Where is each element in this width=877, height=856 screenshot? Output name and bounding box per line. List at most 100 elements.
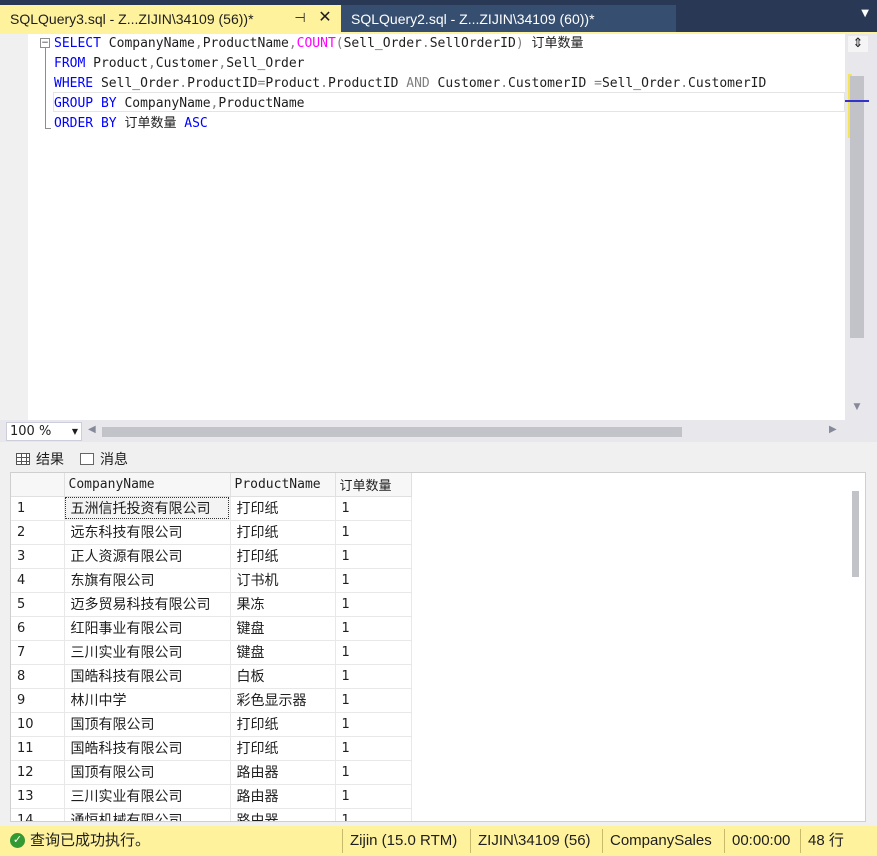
close-icon[interactable]: ✕ (315, 8, 335, 28)
cell-productname[interactable]: 打印纸 (230, 736, 336, 761)
cell-order-count[interactable]: 1 (335, 520, 412, 545)
cell-companyname[interactable]: 远东科技有限公司 (64, 520, 231, 545)
results-grid[interactable]: CompanyName ProductName 订单数量 1 五洲信托投资有限公司… (10, 472, 866, 822)
table-row[interactable]: 2 远东科技有限公司 打印纸 1 (11, 520, 412, 545)
message-icon (80, 453, 94, 465)
cell-companyname[interactable]: 红阳事业有限公司 (64, 616, 231, 641)
scroll-down-icon[interactable]: ▼ (850, 402, 864, 416)
cell-order-count[interactable]: 1 (335, 640, 412, 665)
row-number[interactable]: 1 (11, 496, 65, 521)
tab-sqlquery3[interactable]: SQLQuery3.sql - Z...ZIJIN\34109 (56))* ⊣… (0, 5, 341, 32)
cell-productname[interactable]: 路由器 (230, 808, 336, 821)
table-row[interactable]: 5 迈多贸易科技有限公司 果冻 1 (11, 592, 412, 617)
cell-order-count[interactable]: 1 (335, 616, 412, 641)
pin-icon[interactable]: ⊣ (291, 9, 309, 27)
query-editor[interactable]: − SELECT CompanyName,ProductName,COUNT(S… (0, 34, 845, 420)
row-number[interactable]: 7 (11, 640, 65, 665)
cell-productname[interactable]: 路由器 (230, 760, 336, 785)
scroll-right-icon[interactable]: ▶ (829, 424, 837, 435)
table-row[interactable]: 14 通恒机械有限公司 路由器 1 (11, 808, 412, 821)
table-row[interactable]: 7 三川实业有限公司 键盘 1 (11, 640, 412, 665)
cell-companyname[interactable]: 三川实业有限公司 (64, 784, 231, 809)
cell-productname[interactable]: 彩色显示器 (230, 688, 336, 713)
row-number[interactable]: 10 (11, 712, 65, 737)
cell-companyname[interactable]: 林川中学 (64, 688, 231, 713)
row-number[interactable]: 11 (11, 736, 65, 761)
cell-companyname[interactable]: 正人资源有限公司 (64, 544, 231, 569)
row-number[interactable]: 3 (11, 544, 65, 569)
row-number[interactable]: 12 (11, 760, 65, 785)
cell-companyname[interactable]: 国顶有限公司 (64, 712, 231, 737)
cell-productname[interactable]: 白板 (230, 664, 336, 689)
cell-productname[interactable]: 键盘 (230, 640, 336, 665)
tab-results[interactable]: 结果 (16, 448, 64, 470)
grid-header-row: CompanyName ProductName 订单数量 (11, 473, 412, 497)
cell-productname[interactable]: 果冻 (230, 592, 336, 617)
table-row[interactable]: 13 三川实业有限公司 路由器 1 (11, 784, 412, 809)
cell-companyname[interactable]: 东旗有限公司 (64, 568, 231, 593)
cell-order-count[interactable]: 1 (335, 808, 412, 821)
cell-companyname[interactable]: 通恒机械有限公司 (64, 808, 231, 821)
table-row[interactable]: 9 林川中学 彩色显示器 1 (11, 688, 412, 713)
grid-scrollbar-thumb[interactable] (852, 491, 859, 577)
row-number[interactable]: 8 (11, 664, 65, 689)
cell-order-count[interactable]: 1 (335, 592, 412, 617)
table-row[interactable]: 12 国顶有限公司 路由器 1 (11, 760, 412, 785)
cell-productname[interactable]: 订书机 (230, 568, 336, 593)
status-message: 查询已成功执行。 (30, 832, 151, 849)
row-number[interactable]: 5 (11, 592, 65, 617)
cell-order-count[interactable]: 1 (335, 688, 412, 713)
row-number[interactable]: 6 (11, 616, 65, 641)
table-row[interactable]: 3 正人资源有限公司 打印纸 1 (11, 544, 412, 569)
cell-companyname[interactable]: 迈多贸易科技有限公司 (64, 592, 231, 617)
cell-productname[interactable]: 打印纸 (230, 496, 336, 521)
cell-companyname[interactable]: 五洲信托投资有限公司 (64, 496, 231, 521)
row-number[interactable]: 13 (11, 784, 65, 809)
table-row[interactable]: 6 红阳事业有限公司 键盘 1 (11, 616, 412, 641)
column-header-companyname[interactable]: CompanyName (64, 473, 231, 497)
cell-order-count[interactable]: 1 (335, 784, 412, 809)
column-header-productname[interactable]: ProductName (230, 473, 336, 497)
cell-productname[interactable]: 路由器 (230, 784, 336, 809)
table-row[interactable]: 11 国皓科技有限公司 打印纸 1 (11, 736, 412, 761)
tab-messages[interactable]: 消息 (80, 448, 128, 470)
table-row[interactable]: 1 五洲信托投资有限公司 打印纸 1 (11, 496, 412, 521)
cell-order-count[interactable]: 1 (335, 736, 412, 761)
grid-vertical-scrollbar[interactable] (845, 473, 865, 821)
cell-productname[interactable]: 键盘 (230, 616, 336, 641)
row-number-header[interactable] (11, 473, 65, 497)
scrollbar-thumb[interactable] (850, 76, 864, 338)
cell-companyname[interactable]: 三川实业有限公司 (64, 640, 231, 665)
table-row[interactable]: 10 国顶有限公司 打印纸 1 (11, 712, 412, 737)
cell-order-count[interactable]: 1 (335, 496, 412, 521)
cell-order-count[interactable]: 1 (335, 760, 412, 785)
cell-order-count[interactable]: 1 (335, 568, 412, 593)
sql-code[interactable]: SELECT CompanyName,ProductName,COUNT(Sel… (54, 34, 766, 134)
cell-productname[interactable]: 打印纸 (230, 712, 336, 737)
zoom-dropdown[interactable]: 100 % ▼ (6, 422, 82, 441)
row-number[interactable]: 9 (11, 688, 65, 713)
table-row[interactable]: 8 国皓科技有限公司 白板 1 (11, 664, 412, 689)
scroll-left-icon[interactable]: ◀ (88, 424, 96, 435)
row-number[interactable]: 2 (11, 520, 65, 545)
tab-sqlquery2[interactable]: SQLQuery2.sql - Z...ZIJIN\34109 (60))* (341, 5, 676, 32)
cell-productname[interactable]: 打印纸 (230, 520, 336, 545)
editor-vertical-scrollbar[interactable]: ⇕ ▼ (845, 34, 877, 420)
cell-order-count[interactable]: 1 (335, 544, 412, 569)
table-row[interactable]: 4 东旗有限公司 订书机 1 (11, 568, 412, 593)
cell-companyname[interactable]: 国皓科技有限公司 (64, 736, 231, 761)
horizontal-scrollbar-thumb[interactable] (102, 427, 682, 437)
code-line-5: ORDER BY 订单数量 ASC (54, 116, 208, 131)
row-number[interactable]: 4 (11, 568, 65, 593)
cell-companyname[interactable]: 国皓科技有限公司 (64, 664, 231, 689)
row-number[interactable]: 14 (11, 808, 65, 821)
collapse-icon[interactable]: − (40, 38, 50, 48)
chevron-down-icon[interactable]: ▼ (861, 8, 869, 19)
cell-productname[interactable]: 打印纸 (230, 544, 336, 569)
column-header-order-count[interactable]: 订单数量 (335, 473, 412, 497)
cell-order-count[interactable]: 1 (335, 664, 412, 689)
cell-order-count[interactable]: 1 (335, 712, 412, 737)
split-icon[interactable]: ⇕ (848, 36, 868, 52)
status-separator (602, 829, 603, 853)
cell-companyname[interactable]: 国顶有限公司 (64, 760, 231, 785)
